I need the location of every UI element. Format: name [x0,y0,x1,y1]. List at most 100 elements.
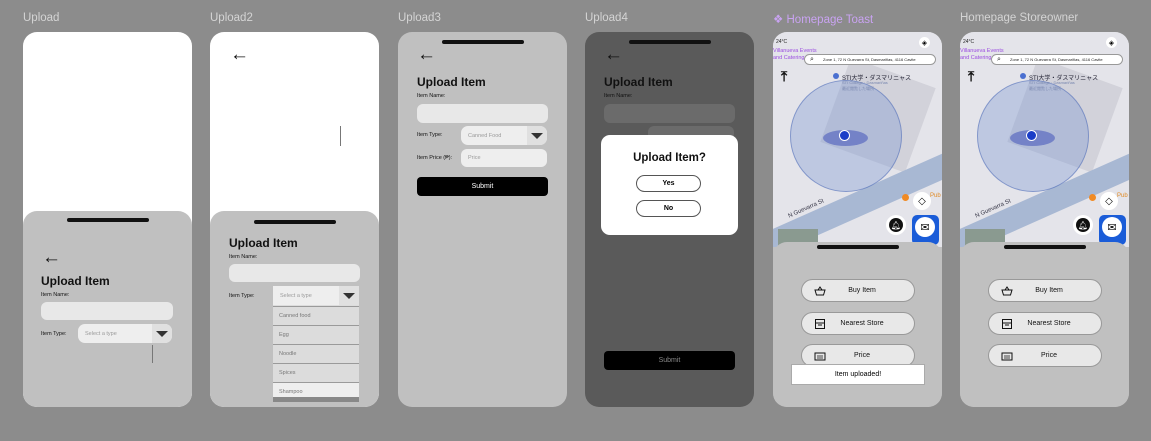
dropdown-scrollbar[interactable] [273,397,359,402]
side-text: Pub [930,193,941,199]
confirm-dialog: Upload Item? Yes No [601,135,738,235]
item-name-input[interactable] [604,104,735,123]
search-text: Zone 1, 72 N Guevarra St, Dasmariñas, 41… [1010,57,1103,62]
frame-label-upload: Upload [23,12,60,24]
chevron-down-icon[interactable] [527,126,547,145]
text-cursor [340,126,341,146]
item-type-select[interactable]: Canned Food [461,126,547,145]
item-name-label: Item Name: [41,292,70,298]
bottom-sheet: Upload Item Item Name: Item Type: Select… [210,211,379,407]
sheet-handle[interactable] [816,245,899,249]
frame-label-homepage-storeowner: Homepage Storeowner [960,12,1079,24]
map-view[interactable]: N Guevarra St 24°C Villanueva Events and… [773,32,942,247]
item-type-select[interactable]: Select a type [78,324,172,343]
item-price-input[interactable]: Price [461,149,547,167]
sale-icon [1001,350,1013,362]
back-arrow-icon[interactable]: ← [604,45,623,64]
buy-item-button[interactable]: Buy Item [801,279,915,302]
page-title: Upload Item [417,75,486,89]
upload2-frame: ← Upload Item Item Name: Item Type: Sele… [210,32,379,407]
weather-text: 24°C [776,39,788,45]
item-name-label: Item Name: [229,254,258,260]
sale-icon [814,350,826,362]
search-icon: ⌕ [810,56,814,63]
search-bar[interactable]: ⌕ Zone 1, 72 N Guevarra St, Dasmariñas, … [804,54,936,65]
price-button[interactable]: Price [988,344,1102,367]
nearest-store-button[interactable]: Nearest Store [988,312,1102,335]
dropdown-option[interactable]: Noodle [273,344,359,363]
chevron-down-icon[interactable] [339,286,359,305]
dropdown-option[interactable]: Canned food [273,306,359,325]
toast-message: Item uploaded! [791,364,925,385]
bell-button[interactable]: 🔔︎ [1073,215,1093,235]
item-price-label: Item Price (₱): [417,155,453,161]
item-name-input[interactable] [229,264,360,282]
submit-button[interactable]: Submit [604,351,735,370]
search-bar[interactable]: ⌕ Zone 1, 72 N Guevarra St, Dasmariñas, … [991,54,1123,65]
side-text: Pub [1117,193,1128,199]
page-title: Upload Item [41,274,110,288]
no-button[interactable]: No [636,200,701,217]
locate-icon[interactable]: ◇ [1100,192,1118,210]
basket-icon [814,285,826,297]
place-sub2: 最近閲覧した場所 [842,86,874,91]
submit-button[interactable]: Submit [417,177,548,196]
weather-text: 24°C [963,39,975,45]
layers-icon[interactable]: ◈ [919,37,930,48]
sheet-handle[interactable] [66,218,149,222]
sheet-handle[interactable] [1003,245,1086,249]
item-price-placeholder: Price [468,155,481,161]
sheet-handle[interactable] [628,40,711,44]
upload-icon[interactable]: ⤒ [968,68,974,85]
dropdown-option[interactable]: Egg [273,325,359,344]
homepage-toast-frame: N Guevarra St 24°C Villanueva Events and… [773,32,942,407]
item-type-placeholder: Select a type [280,292,312,299]
place-sub1: STI College · Dasmariñas [842,80,888,85]
bell-icon: 🔔︎ [889,218,903,232]
place-pin-icon [833,73,839,79]
layers-icon[interactable]: ◈ [1106,37,1117,48]
page-title: Upload Item [604,75,673,89]
sheet-handle[interactable] [441,40,524,44]
back-arrow-icon[interactable]: ← [230,45,249,64]
dialog-title: Upload Item? [633,152,706,164]
mail-button[interactable]: ✉ [912,215,939,245]
back-arrow-icon[interactable]: ← [42,248,61,267]
item-type-dropdown[interactable]: Select a type Canned food Egg Noodle Spi… [273,286,359,402]
upload-frame: ← Upload Item Item Name: Item Type: Sele… [23,32,192,407]
bottom-sheet: Buy Item Nearest Store Price Item upload… [773,242,942,407]
upload4-frame: ← Upload Item Item Name: Submit Upload I… [585,32,754,407]
item-name-label: Item Name: [604,93,633,99]
sheet-handle[interactable] [253,220,336,224]
item-name-input[interactable] [41,302,173,320]
search-icon: ⌕ [997,56,1001,63]
bell-button[interactable]: 🔔︎ [886,215,906,235]
locate-icon[interactable]: ◇ [913,192,931,210]
upload3-frame: ← Upload Item Item Name: Item Type: Cann… [398,32,567,407]
bell-icon: 🔔︎ [1076,218,1090,232]
bottom-sheet: Buy Item Nearest Store Price [960,242,1129,407]
upload-icon[interactable]: ⤒ [781,68,787,85]
store-icon [814,318,826,330]
item-type-value: Canned Food [468,132,502,139]
chevron-down-icon[interactable] [152,324,172,343]
bottom-sheet: ← Upload Item Item Name: Item Type: Sele… [23,211,192,407]
yes-button[interactable]: Yes [636,175,701,192]
item-name-input[interactable] [417,104,548,123]
nearest-store-button[interactable]: Nearest Store [801,312,915,335]
item-type-select[interactable]: Select a type [273,286,359,305]
place-sub1: STI College · Dasmariñas [1029,80,1075,85]
homepage-storeowner-frame: N Guevarra St 24°C Villanueva Events and… [960,32,1129,407]
map-view[interactable]: N Guevarra St 24°C Villanueva Events and… [960,32,1129,247]
mail-icon: ✉ [915,217,935,237]
mail-icon: ✉ [1102,217,1122,237]
back-arrow-icon[interactable]: ← [417,45,436,64]
item-type-placeholder: Select a type [85,330,117,337]
place-pin-icon [1020,73,1026,79]
item-type-label: Item Type: [41,331,67,337]
frame-label-upload4: Upload4 [585,12,628,24]
dropdown-option[interactable]: Spices [273,363,359,382]
buy-item-button[interactable]: Buy Item [988,279,1102,302]
mail-button[interactable]: ✉ [1099,215,1126,245]
frame-label-upload3: Upload3 [398,12,441,24]
